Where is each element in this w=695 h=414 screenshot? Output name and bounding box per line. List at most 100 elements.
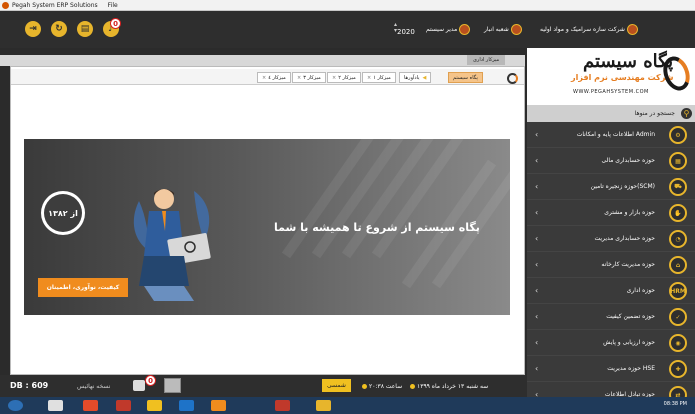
banner-headline: پگاه سیستم از شروع تا همیشه با شما bbox=[274, 221, 480, 234]
sidebar-item-label: حوزه ارزیابی و پایش bbox=[603, 339, 655, 346]
tab-label: یادآورها bbox=[404, 74, 420, 81]
logout-icon[interactable]: ⇥ bbox=[25, 21, 41, 37]
hse-icon: ✚ bbox=[669, 360, 687, 378]
company-selector[interactable]: شرکت سازه سرامیک و مواد اولیه bbox=[540, 24, 638, 35]
status-bar: DB : 609 نسخه نهائیس 0 شمسی ساعت ٢٠:٣٨ س… bbox=[0, 375, 527, 397]
sidebar: جستجو در منوها ⚲ ‹ اطلاعات پایه و امکانات… bbox=[527, 105, 695, 414]
app-icon-red[interactable] bbox=[116, 400, 131, 411]
app-icon-blue[interactable] bbox=[179, 400, 194, 411]
chevron-left-icon: ‹ bbox=[535, 234, 539, 243]
handshake-icon: ✋ bbox=[669, 204, 687, 222]
sidebar-item-admin[interactable]: ‹ اطلاعات پایه و امکانات Admin ⚙ bbox=[527, 122, 695, 148]
tab-label: میزکار ۳ bbox=[303, 74, 321, 81]
chevron-left-icon: ‹ bbox=[535, 364, 539, 373]
calculator-icon[interactable]: ▤ bbox=[77, 21, 93, 37]
chevron-left-icon: ‹ bbox=[535, 286, 539, 295]
close-icon[interactable]: × bbox=[367, 75, 371, 81]
sidebar-item-hrm[interactable]: ‹ حوزه اداری HRM bbox=[527, 278, 695, 304]
megaphone-icon: ◀ bbox=[422, 74, 427, 81]
sidebar-item-label: حوزه اداری bbox=[626, 287, 655, 294]
sidebar-item-factory[interactable]: ‹ حوزه مدیریت کارخانه ⌂ bbox=[527, 252, 695, 278]
date: سه شنبه ۱۳ خرداد ماه ۱۳۹۹ bbox=[410, 383, 488, 390]
start-icon[interactable] bbox=[8, 400, 23, 411]
notification-badge: 0 bbox=[110, 18, 121, 29]
close-icon[interactable]: × bbox=[332, 75, 336, 81]
status-notification-badge: 0 bbox=[145, 375, 156, 386]
chart-icon: ◔ bbox=[669, 230, 687, 248]
tab-reminders[interactable]: یادآورها ◀ bbox=[399, 72, 432, 83]
banner-tagline: کیفیت، نوآوری، اطمینان bbox=[38, 278, 128, 297]
tab-label: پگاه سیستم bbox=[453, 74, 478, 81]
sidebar-item-accounting[interactable]: ‹ حوزه حسابداری مالی ▦ bbox=[527, 148, 695, 174]
pegah-icon[interactable] bbox=[211, 400, 226, 411]
desktop-icon[interactable] bbox=[164, 378, 181, 393]
file-menu[interactable]: File bbox=[108, 2, 118, 9]
sidebar-item-quality[interactable]: ‹ حوزه تضمین کیفیت ✓ bbox=[527, 304, 695, 330]
clock-dot-icon bbox=[362, 384, 367, 389]
tab-desk-2[interactable]: × میزکار ۲ bbox=[327, 72, 361, 83]
quality-icon: ✓ bbox=[669, 308, 687, 326]
date-dot-icon bbox=[410, 384, 415, 389]
explorer-icon[interactable] bbox=[48, 400, 63, 411]
os-clock: 08:38 PM bbox=[663, 401, 687, 407]
version-label: نسخه نهائیس bbox=[77, 383, 111, 390]
chevron-left-icon: ‹ bbox=[535, 130, 539, 139]
sidebar-item-label: حوزه مدیریت کارخانه bbox=[601, 261, 655, 268]
truck-icon: ⛟ bbox=[669, 178, 687, 196]
since-year: از ۱۳۸۲ bbox=[44, 194, 82, 232]
menu-search[interactable]: جستجو در منوها ⚲ bbox=[527, 105, 695, 122]
user-label: مدیر سیستم bbox=[426, 26, 458, 33]
company-label: شرکت سازه سرامیک و مواد اولیه bbox=[540, 26, 625, 33]
branch-selector[interactable]: شعبه انبار bbox=[484, 24, 522, 35]
home-icon[interactable] bbox=[507, 73, 518, 84]
clock: ساعت ٢٠:٣٨ bbox=[362, 383, 402, 390]
chevron-left-icon: ‹ bbox=[535, 208, 539, 217]
sidebar-item-label: حوزه زنجیره تامین(SCM) bbox=[590, 183, 655, 190]
chevron-left-icon: ‹ bbox=[535, 312, 539, 321]
search-icon[interactable]: ⚲ bbox=[681, 108, 692, 119]
app-icon-yellow[interactable] bbox=[316, 400, 331, 411]
top-toolbar: ⇥ ↻ ▤ ♪ 0 ▴ ▾ 2020 مدیر سیستم شعبه انبار … bbox=[0, 11, 695, 48]
tab-desk-1[interactable]: × میزکار ۱ bbox=[362, 72, 396, 83]
chrome-icon[interactable] bbox=[83, 400, 98, 411]
date-text: سه شنبه ۱۳ خرداد ماه ۱۳۹۹ bbox=[417, 383, 489, 390]
os-taskbar: 08:38 PM bbox=[0, 397, 695, 414]
hrm-icon: HRM bbox=[669, 282, 687, 300]
window-titlebar: Pegah System ERP Solutions File bbox=[0, 0, 695, 11]
window-tab-strip bbox=[0, 55, 525, 66]
gear-icon: ⚙ bbox=[669, 126, 687, 144]
logo-url: WWW.PEGAHSYSTEM.COM bbox=[573, 89, 649, 95]
app-icon-red-2[interactable] bbox=[275, 400, 290, 411]
fiscal-year[interactable]: 2020 bbox=[397, 28, 415, 36]
window-tab[interactable]: میزکار اداری bbox=[467, 55, 506, 65]
tab-bar: پگاه سیستم یادآورها ◀ × میزکار ۱ × میزکار ۲… bbox=[11, 69, 524, 85]
tab-label: میزکار ۲ bbox=[338, 74, 356, 81]
tab-desk-4[interactable]: × میزکار ٤ bbox=[257, 72, 291, 83]
sidebar-item-hse[interactable]: ‹ حوزه مدیریت HSE ✚ bbox=[527, 356, 695, 382]
refresh-icon[interactable]: ↻ bbox=[51, 21, 67, 37]
close-icon[interactable]: × bbox=[262, 75, 266, 81]
logo-subtitle: شرکت مهندسی نرم افزار bbox=[571, 73, 674, 82]
close-icon[interactable]: × bbox=[297, 75, 301, 81]
user-selector[interactable]: مدیر سیستم bbox=[426, 24, 471, 35]
sidebar-item-label: حوزه مدیریت HSE bbox=[607, 365, 655, 372]
sidebar-item-monitoring[interactable]: ‹ حوزه ارزیابی و پایش ◉ bbox=[527, 330, 695, 356]
tab-desk-3[interactable]: × میزکار ۳ bbox=[292, 72, 326, 83]
sidebar-item-management-accounting[interactable]: ‹ حوزه حسابداری مدیریت ◔ bbox=[527, 226, 695, 252]
factory-icon: ⌂ bbox=[669, 256, 687, 274]
main-content: پگاه سیستم یادآورها ◀ × میزکار ۱ × میزکار ۲… bbox=[10, 66, 525, 375]
folder-icon[interactable] bbox=[147, 400, 162, 411]
search-input[interactable]: جستجو در منوها bbox=[635, 110, 675, 117]
tab-label: میزکار ٤ bbox=[268, 74, 286, 81]
chevron-left-icon: ‹ bbox=[535, 338, 539, 347]
sidebar-item-scm[interactable]: ‹ حوزه زنجیره تامین(SCM) ⛟ bbox=[527, 174, 695, 200]
tab-home[interactable]: پگاه سیستم bbox=[448, 72, 483, 83]
sidebar-item-market[interactable]: ‹ حوزه بازار و مشتری ✋ bbox=[527, 200, 695, 226]
chevron-left-icon: ‹ bbox=[535, 156, 539, 165]
sidebar-item-label: حوزه حسابداری مدیریت bbox=[594, 235, 655, 242]
clock-text: ساعت ٢٠:٣٨ bbox=[369, 383, 403, 390]
db-indicator: DB : 609 bbox=[10, 381, 49, 390]
chevron-left-icon: ‹ bbox=[535, 260, 539, 269]
calendar-button[interactable]: شمسی bbox=[322, 379, 351, 392]
tray-icon[interactable] bbox=[133, 380, 145, 391]
